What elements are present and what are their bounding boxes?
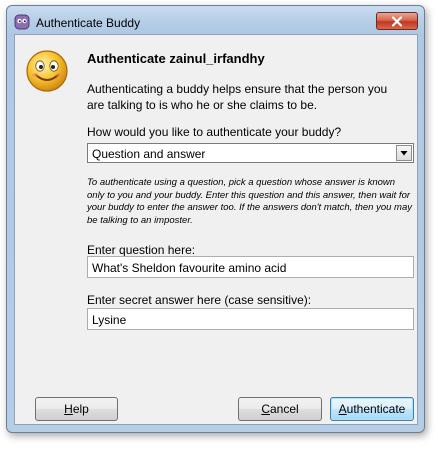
title-bar[interactable]: Authenticate Buddy xyxy=(7,6,424,34)
help-text: To authenticate using a question, pick a… xyxy=(87,177,412,226)
pidgin-icon xyxy=(14,14,30,30)
auth-method-select[interactable]: Question and answer xyxy=(87,143,414,163)
authenticate-mnemonic: A xyxy=(338,402,347,416)
cancel-mnemonic: C xyxy=(261,402,270,416)
cancel-button[interactable]: Cancel xyxy=(238,397,322,421)
close-icon xyxy=(391,16,403,27)
method-label: How would you like to authenticate your … xyxy=(87,125,342,139)
authenticate-label: uthenticate xyxy=(346,402,406,416)
question-label: Enter question here: xyxy=(87,243,196,257)
auth-method-value: Question and answer xyxy=(92,147,206,161)
help-label: elp xyxy=(72,402,89,416)
window-title: Authenticate Buddy xyxy=(36,16,141,30)
cancel-label: ancel xyxy=(269,402,299,416)
help-mnemonic: H xyxy=(64,402,73,416)
answer-input[interactable]: Lysine xyxy=(87,308,414,330)
dropdown-button[interactable] xyxy=(396,145,412,161)
intro-text: Authenticating a buddy helps ensure that… xyxy=(87,82,388,112)
close-button[interactable] xyxy=(376,12,418,30)
dialog-heading: Authenticate zainul_irfandhy xyxy=(87,51,265,66)
authenticate-buddy-window: Authenticate Buddy Authenticate zainul_i… xyxy=(6,5,425,433)
answer-label: Enter secret answer here (case sensitive… xyxy=(87,293,312,307)
question-input[interactable]: What's Sheldon favourite amino acid xyxy=(87,256,414,278)
authenticate-button[interactable]: Authenticate xyxy=(330,397,414,421)
smiley-face-icon xyxy=(26,50,68,92)
help-button[interactable]: Help xyxy=(35,397,118,421)
chevron-down-icon xyxy=(400,151,408,156)
dialog-body: Authenticate zainul_irfandhy Authenticat… xyxy=(14,34,418,425)
